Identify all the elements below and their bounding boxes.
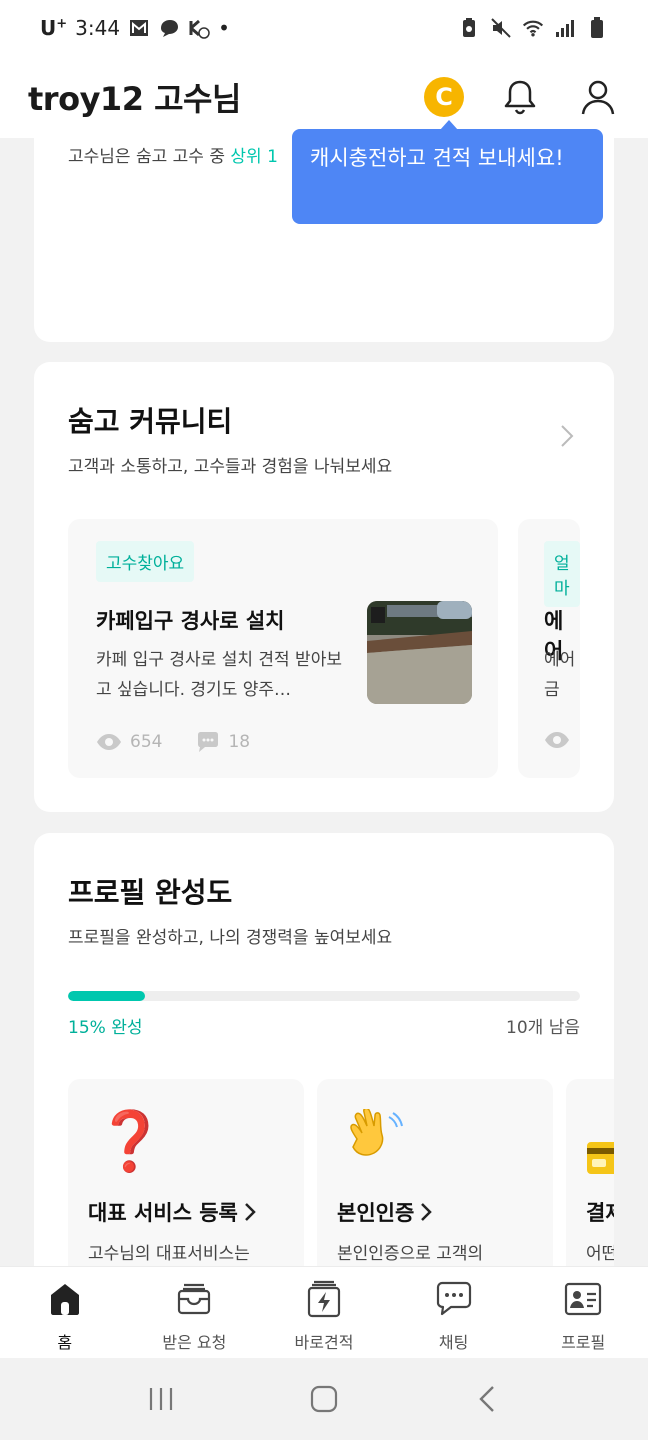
talk-icon [158,17,180,39]
eye-icon [545,732,569,748]
cash-charge-tooltip[interactable]: 캐시충전하고 견적 보내세요! [292,120,603,224]
home-button[interactable] [300,1375,348,1423]
notification-badge-icon [188,17,210,39]
mute-icon [490,17,512,39]
chat-icon [434,1279,474,1319]
clock: 3:44 [75,16,121,40]
inbox-icon [174,1279,214,1319]
task-desc: 어떤 [586,1244,614,1264]
chevron-right-icon[interactable] [560,424,574,448]
battery-icon [586,17,608,39]
progress-fill [68,991,145,1001]
community-card[interactable]: 숨고 커뮤니티 고객과 소통하고, 고수들과 경험을 나눠보세요 고수찾아요 카… [34,362,614,812]
wifi-icon [522,17,544,39]
task-title: 대표 서비스 등록 [88,1197,256,1227]
nav-quick-quote[interactable]: 바로견적 [259,1267,389,1358]
profile-card-icon [563,1279,603,1319]
post-meta: 654 18 [96,731,250,753]
post-tag: 얼마 [544,541,580,607]
chevron-right-icon [421,1203,433,1221]
quick-quote-icon [304,1279,344,1319]
status-dot: • [218,16,230,40]
bottom-nav: 홈 받은 요청 바로견적 채팅 프로필 [0,1266,648,1358]
gmail-icon [128,17,150,39]
back-button[interactable] [463,1375,511,1423]
post-body: 카페 입구 경사로 설치 견적 받아보고 싶습니다. 경기도 양주… [96,650,342,700]
community-subtitle: 고객과 소통하고, 고수들과 경험을 나눠보세요 [68,457,393,477]
page-title: troy12 고수님 [28,80,241,118]
header-actions: C [424,75,620,119]
post-thumbnail [367,601,472,704]
nav-requests[interactable]: 받은 요청 [130,1267,260,1358]
task-card-verify[interactable]: 본인인증 본인인증으로 고객의 [317,1079,553,1279]
question-icon: ❓ [94,1107,167,1175]
signal-icon [554,17,576,39]
nav-home[interactable]: 홈 [0,1267,130,1358]
credit-card-icon [586,1123,614,1187]
task-title: 결제 [586,1201,614,1225]
post-tag: 고수찾아요 [96,541,195,582]
post-meta [544,731,570,749]
profile-title: 프로필 완성도 [68,876,233,909]
profile-subtitle: 프로필을 완성하고, 나의 경쟁력을 높여보세요 [68,928,393,948]
task-card-payment[interactable]: 결제 어떤 [566,1079,614,1279]
progress-bar [68,991,580,1001]
task-desc: 고수님의 대표서비스는 [88,1244,250,1264]
profile-completion-card: 프로필 완성도 프로필을 완성하고, 나의 경쟁력을 높여보세요 15% 완성 … [34,833,614,1293]
status-right [458,17,608,39]
status-bar: U+ 3:44 • [0,0,648,56]
community-post[interactable]: 고수찾아요 카페입구 경사로 설치 카페 입구 경사로 설치 견적 받아보고 싶… [68,519,498,778]
chevron-right-icon [244,1203,256,1221]
nav-profile[interactable]: 프로필 [518,1267,648,1358]
post-body: 에어 궁금 [544,650,580,700]
system-nav-bar [0,1358,648,1440]
battery-saver-icon [458,17,480,39]
recent-apps-button[interactable] [137,1375,185,1423]
community-post[interactable]: 얼마 에어 에어 궁금 [518,519,580,778]
app-header: troy12 고수님 C [0,56,648,138]
user-icon[interactable] [576,75,620,119]
rank-text: 고수님은 숨고 고수 중 상위 1 [68,147,278,167]
eye-icon [97,734,121,750]
cash-coin-icon[interactable]: C [424,77,464,117]
waving-hand-icon [343,1107,403,1181]
nav-chat[interactable]: 채팅 [389,1267,519,1358]
carrier-label: U+ [40,16,68,40]
status-left: U+ 3:44 • [40,16,230,40]
comment-icon [198,732,219,752]
progress-label: 15% 완성 [68,1018,143,1038]
task-title: 본인인증 [337,1197,433,1227]
task-card-service[interactable]: ❓ 대표 서비스 등록 고수님의 대표서비스는 [68,1079,304,1279]
home-icon [45,1279,85,1319]
comment-count: 18 [228,732,251,752]
community-title: 숨고 커뮤니티 [68,405,233,438]
post-title: 카페입구 경사로 설치 [96,609,285,633]
remaining-label: 10개 남음 [506,1018,580,1038]
view-count: 654 [130,732,163,752]
task-desc: 본인인증으로 고객의 [337,1244,484,1264]
bell-icon[interactable] [498,75,542,119]
